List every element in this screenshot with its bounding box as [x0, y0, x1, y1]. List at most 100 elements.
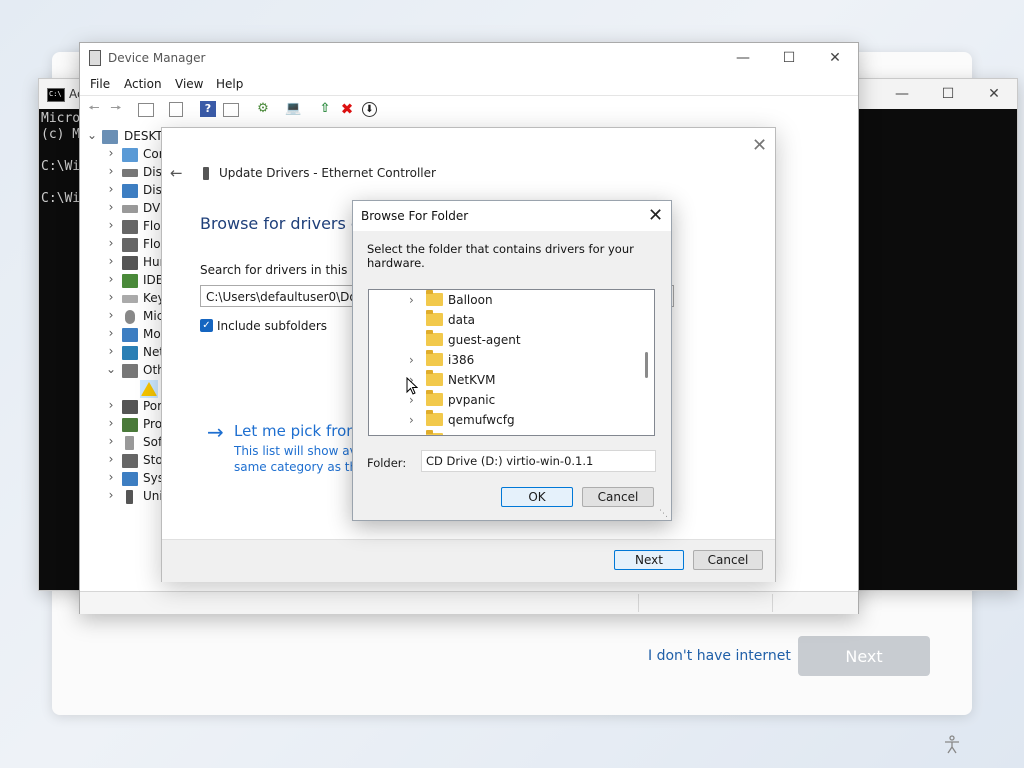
warning-icon — [141, 382, 157, 396]
cmd-maximize-icon[interactable]: ☐ — [925, 79, 971, 109]
view-icon[interactable] — [223, 103, 239, 117]
monitor-icon[interactable]: 💻 — [285, 101, 301, 117]
cmd-close-icon[interactable]: ✕ — [971, 79, 1017, 109]
expand-icon[interactable]: › — [106, 344, 116, 358]
expand-icon[interactable]: › — [106, 416, 116, 430]
cmd-line: C:\Wi — [41, 191, 81, 206]
expand-icon[interactable]: › — [409, 413, 414, 427]
expand-icon[interactable]: › — [106, 290, 116, 304]
folder-tree-scroll-thumb[interactable] — [645, 352, 648, 378]
disable-device-icon[interactable]: ⬇ — [362, 102, 377, 117]
wizard-cancel-button[interactable]: Cancel — [693, 550, 763, 570]
expand-icon[interactable]: › — [106, 452, 116, 466]
bff-cancel-button[interactable]: Cancel — [582, 487, 654, 507]
folder-item-data[interactable]: data — [369, 310, 639, 330]
storage-icon — [122, 454, 138, 468]
cmd-icon — [47, 88, 65, 102]
update-driver-icon[interactable]: ⇧ — [317, 101, 333, 117]
expand-icon[interactable]: › — [106, 434, 116, 448]
menu-view[interactable]: View — [175, 77, 203, 91]
bff-description: Select the folder that contains drivers … — [367, 242, 634, 270]
folder-item-balloon[interactable]: › Balloon — [369, 290, 639, 310]
status-divider — [772, 594, 773, 612]
collapse-icon[interactable]: ⌄ — [87, 128, 97, 142]
disk-icon — [122, 169, 138, 177]
keyboard-icon — [122, 295, 138, 303]
back-icon[interactable]: 🠔 — [86, 101, 102, 117]
expand-icon[interactable]: › — [106, 398, 116, 412]
wizard-back-arrow-icon[interactable]: ← — [170, 164, 183, 182]
dm-minimize-icon[interactable]: — — [720, 43, 766, 73]
bff-close-icon[interactable]: ✕ — [648, 205, 663, 226]
expand-icon[interactable]: › — [106, 200, 116, 214]
folder-item-i386[interactable]: › i386 — [369, 350, 639, 370]
folder-icon — [426, 370, 443, 386]
forward-icon[interactable]: 🠖 — [108, 101, 124, 117]
mouse-cursor-icon — [406, 377, 418, 395]
scan-hardware-icon[interactable]: ⚙ — [255, 101, 271, 117]
cmd-line: Micro — [41, 111, 81, 126]
floppy-icon — [122, 220, 138, 234]
no-internet-link[interactable]: I don't have internet — [648, 648, 791, 664]
expand-icon[interactable]: › — [106, 308, 116, 322]
include-subfolders-checkbox[interactable]: ✓ — [200, 319, 213, 332]
bff-ok-button[interactable]: OK — [501, 487, 573, 507]
menu-action[interactable]: Action — [124, 77, 162, 91]
help-icon[interactable]: ? — [200, 101, 216, 117]
expand-icon[interactable]: › — [409, 393, 414, 407]
expand-icon[interactable]: › — [106, 272, 116, 286]
device-manager-icon — [89, 50, 101, 66]
processor-icon — [122, 418, 138, 432]
expand-icon[interactable]: › — [106, 488, 116, 502]
show-hide-console-tree-icon[interactable] — [138, 103, 154, 117]
hid-icon — [122, 256, 138, 270]
resize-grip-icon[interactable]: ⋱ — [659, 509, 668, 519]
expand-icon[interactable]: › — [106, 146, 116, 160]
folder-icon — [426, 410, 443, 426]
expand-icon[interactable]: › — [106, 236, 116, 250]
usb-icon — [126, 490, 133, 504]
cmd-minimize-icon[interactable]: — — [879, 79, 925, 109]
dm-titlebar[interactable]: Device Manager — ☐ ✕ — [80, 43, 858, 73]
cmd-scrollbar[interactable] — [1001, 109, 1017, 590]
folder-path-field[interactable]: CD Drive (D:) virtio-win-0.1.1 — [421, 450, 656, 472]
dm-close-icon[interactable]: ✕ — [812, 43, 858, 73]
folder-item-qemufwcfg[interactable]: › qemufwcfg — [369, 410, 639, 430]
oobe-next-button[interactable]: Next — [798, 636, 930, 676]
wizard-close-icon[interactable]: ✕ — [752, 135, 767, 156]
dm-maximize-icon[interactable]: ☐ — [766, 43, 812, 73]
wizard-next-button[interactable]: Next — [614, 550, 684, 570]
bff-titlebar[interactable]: Browse For Folder ✕ — [353, 201, 671, 231]
monitor-icon — [122, 328, 138, 342]
computer-icon — [102, 130, 118, 144]
expand-icon[interactable]: › — [106, 254, 116, 268]
software-device-icon — [125, 436, 134, 450]
expand-icon[interactable]: › — [106, 470, 116, 484]
floppy-icon — [122, 238, 138, 252]
properties-icon[interactable] — [169, 102, 183, 117]
uninstall-icon[interactable]: ✖ — [339, 101, 355, 117]
tree-node-ethernet-controller[interactable] — [140, 380, 158, 398]
expand-icon[interactable]: › — [409, 353, 414, 367]
mouse-icon — [125, 310, 135, 324]
expand-icon[interactable]: › — [106, 326, 116, 340]
expand-icon[interactable]: › — [106, 218, 116, 232]
folder-icon — [426, 310, 443, 326]
expand-icon[interactable]: › — [409, 293, 414, 307]
folder-tree[interactable]: › Balloon data guest-agent › i386 › NetK… — [368, 289, 655, 436]
menu-help[interactable]: Help — [216, 77, 243, 91]
arrow-right-icon[interactable]: → — [207, 420, 224, 444]
dvd-icon — [122, 205, 138, 213]
expand-icon[interactable]: › — [106, 164, 116, 178]
folder-item-partial[interactable] — [369, 430, 639, 435]
pick-from-list-link[interactable]: Let me pick from — [234, 422, 361, 440]
collapse-icon[interactable]: ⌄ — [106, 362, 116, 376]
menu-file[interactable]: File — [90, 77, 110, 91]
computer-icon — [122, 148, 138, 162]
accessibility-icon[interactable] — [942, 735, 962, 755]
folder-item-guest-agent[interactable]: guest-agent — [369, 330, 639, 350]
expand-icon[interactable]: › — [106, 182, 116, 196]
wizard-title: Update Drivers - Ethernet Controller — [219, 166, 436, 180]
include-subfolders-label[interactable]: Include subfolders — [217, 319, 327, 333]
other-devices-icon — [122, 364, 138, 378]
